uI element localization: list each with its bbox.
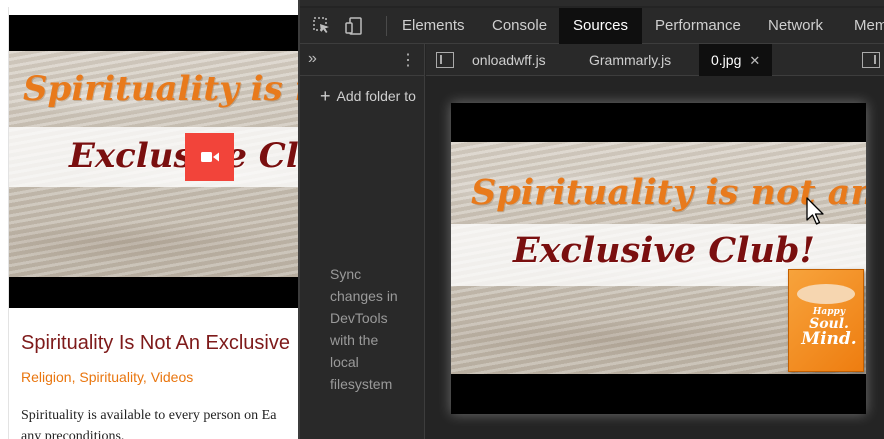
book-face-art	[797, 284, 855, 304]
devtools-window: Elements Console Sources Performance Net…	[298, 0, 884, 439]
tab-console[interactable]: Console	[478, 8, 561, 44]
close-tab-icon[interactable]: ✕	[749, 53, 760, 68]
mouse-cursor-icon	[806, 197, 824, 225]
toggle-navigator-icon[interactable]	[436, 52, 454, 68]
preview-image: Spirituality is not an Exclusive Club! H…	[451, 142, 866, 374]
editor-file-tabs: onloadwff.js Grammarly.js 0.jpg ✕	[426, 44, 884, 76]
video-camera-icon	[200, 152, 219, 162]
sync-filesystem-message: Sync changes in DevTools with the local …	[330, 266, 398, 392]
category-separator: ,	[142, 369, 151, 385]
navigator-menu-icon[interactable]: ⋮	[400, 50, 416, 70]
post-card: Spirituality is not Exclusive Club Spiri…	[8, 7, 300, 439]
post-title[interactable]: Spirituality Is Not An Exclusive	[21, 332, 290, 355]
navigator-header: » ⋮	[300, 44, 424, 76]
video-title-line1: Spirituality is not	[23, 69, 300, 109]
book-title-line-c: Mind.	[801, 329, 857, 349]
file-tab-grammarly[interactable]: Grammarly.js	[577, 44, 683, 76]
preview-title-line2: Exclusive Club!	[513, 230, 815, 271]
sources-editor: onloadwff.js Grammarly.js 0.jpg ✕ Spiritu…	[426, 44, 884, 439]
tab-memory[interactable]: Mem	[840, 8, 884, 44]
sources-navigator: » ⋮ + Add folder to Sync changes in DevTo…	[300, 44, 425, 439]
webpage: Spirituality is not Exclusive Club Spiri…	[0, 0, 300, 439]
category-link-spirituality[interactable]: Spirituality	[79, 369, 143, 385]
tab-network[interactable]: Network	[754, 8, 837, 44]
screen: Spirituality is not Exclusive Club Spiri…	[0, 0, 884, 439]
book-cover: Happy Soul. Mind.	[788, 269, 864, 372]
video-player[interactable]: Spirituality is not Exclusive Club	[9, 15, 300, 308]
video-letterbox-top	[9, 15, 300, 51]
toolbar-divider	[386, 16, 387, 36]
book-title: Happy Soul. Mind.	[799, 308, 859, 348]
inspect-element-icon[interactable]	[310, 14, 334, 38]
more-tabs-icon[interactable]: »	[308, 50, 317, 68]
category-link-videos[interactable]: Videos	[151, 369, 194, 385]
toggle-debugger-icon[interactable]	[862, 52, 880, 68]
post-excerpt: Spirituality is available to every perso…	[21, 408, 277, 439]
play-video-button[interactable]	[185, 133, 234, 181]
file-tab-0-jpg[interactable]: 0.jpg ✕	[699, 44, 773, 76]
file-tab-onloadwff[interactable]: onloadwff.js	[460, 44, 558, 76]
add-folder-button[interactable]: + Add folder to	[320, 86, 416, 107]
tab-performance[interactable]: Performance	[641, 8, 755, 44]
add-folder-label: Add folder to	[336, 88, 416, 104]
tab-elements[interactable]: Elements	[388, 8, 479, 44]
file-tab-label: 0.jpg	[711, 52, 742, 68]
devtools-titlebar	[300, 0, 884, 6]
device-toolbar-icon[interactable]	[342, 14, 366, 38]
video-thumbnail: Spirituality is not Exclusive Club	[9, 51, 300, 277]
image-preview: Spirituality is not an Exclusive Club! H…	[451, 103, 866, 414]
category-link-religion[interactable]: Religion	[21, 369, 72, 385]
tab-sources[interactable]: Sources	[559, 8, 643, 44]
post-categories: Religion, Spirituality, Videos	[21, 369, 193, 385]
devtools-main-toolbar: Elements Console Sources Performance Net…	[300, 8, 884, 44]
video-letterbox-bottom	[9, 277, 300, 308]
plus-icon: +	[320, 86, 331, 106]
